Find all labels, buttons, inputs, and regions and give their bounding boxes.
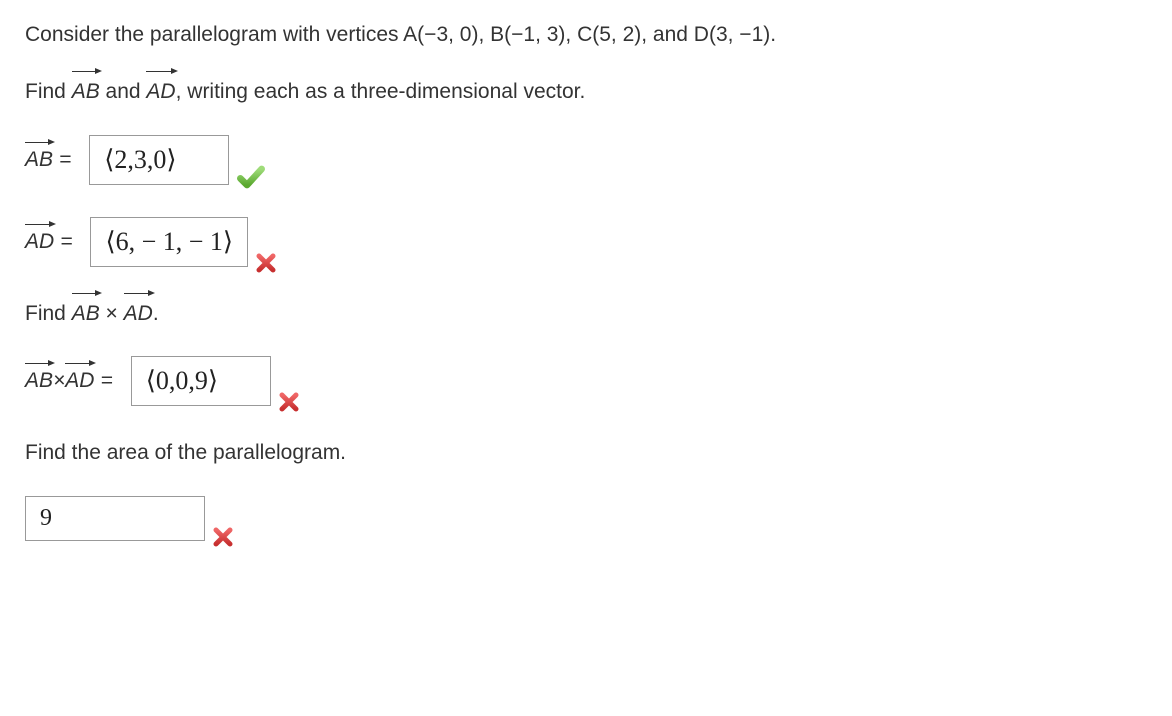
answer-row-area: 9 bbox=[25, 496, 1147, 541]
problem-statement: Consider the parallelogram with vertices… bbox=[25, 20, 1147, 49]
label-ad: AD = bbox=[25, 230, 78, 254]
instruction-vectors: Find AB and AD, writing each as a three-… bbox=[25, 77, 1147, 106]
cross-icon bbox=[254, 251, 278, 275]
check-icon bbox=[235, 161, 267, 193]
vector-ab-label: AB bbox=[72, 77, 100, 106]
answer-input-ab[interactable]: ⟨2,3,0⟩ bbox=[89, 135, 229, 185]
answer-row-ad: AD = ⟨6, − 1, − 1⟩ bbox=[25, 217, 1147, 267]
vector-ad-symbol-2: AD bbox=[65, 369, 94, 393]
cross-icon bbox=[211, 525, 235, 549]
vector-ab-symbol: AB bbox=[25, 148, 53, 172]
answer-row-ab: AB = ⟨2,3,0⟩ bbox=[25, 135, 1147, 185]
answer-row-cross: AB × AD = ⟨0,0,9⟩ bbox=[25, 356, 1147, 406]
vector-ad-label: AD bbox=[146, 77, 175, 106]
answer-input-ad[interactable]: ⟨6, − 1, − 1⟩ bbox=[90, 217, 248, 267]
answer-input-cross[interactable]: ⟨0,0,9⟩ bbox=[131, 356, 271, 406]
vector-ad-label-2: AD bbox=[124, 299, 153, 328]
vector-ab-symbol-2: AB bbox=[25, 369, 53, 393]
instruction-area: Find the area of the parallelogram. bbox=[25, 438, 1147, 467]
label-cross: AB × AD = bbox=[25, 369, 119, 393]
problem-text: Consider the parallelogram with vertices… bbox=[25, 23, 776, 46]
answer-input-area[interactable]: 9 bbox=[25, 496, 205, 541]
vector-ab-label-2: AB bbox=[72, 299, 100, 328]
instruction-cross: Find AB × AD. bbox=[25, 299, 1147, 328]
vector-ad-symbol: AD bbox=[25, 230, 54, 254]
label-ab: AB = bbox=[25, 148, 77, 172]
cross-icon bbox=[277, 390, 301, 414]
